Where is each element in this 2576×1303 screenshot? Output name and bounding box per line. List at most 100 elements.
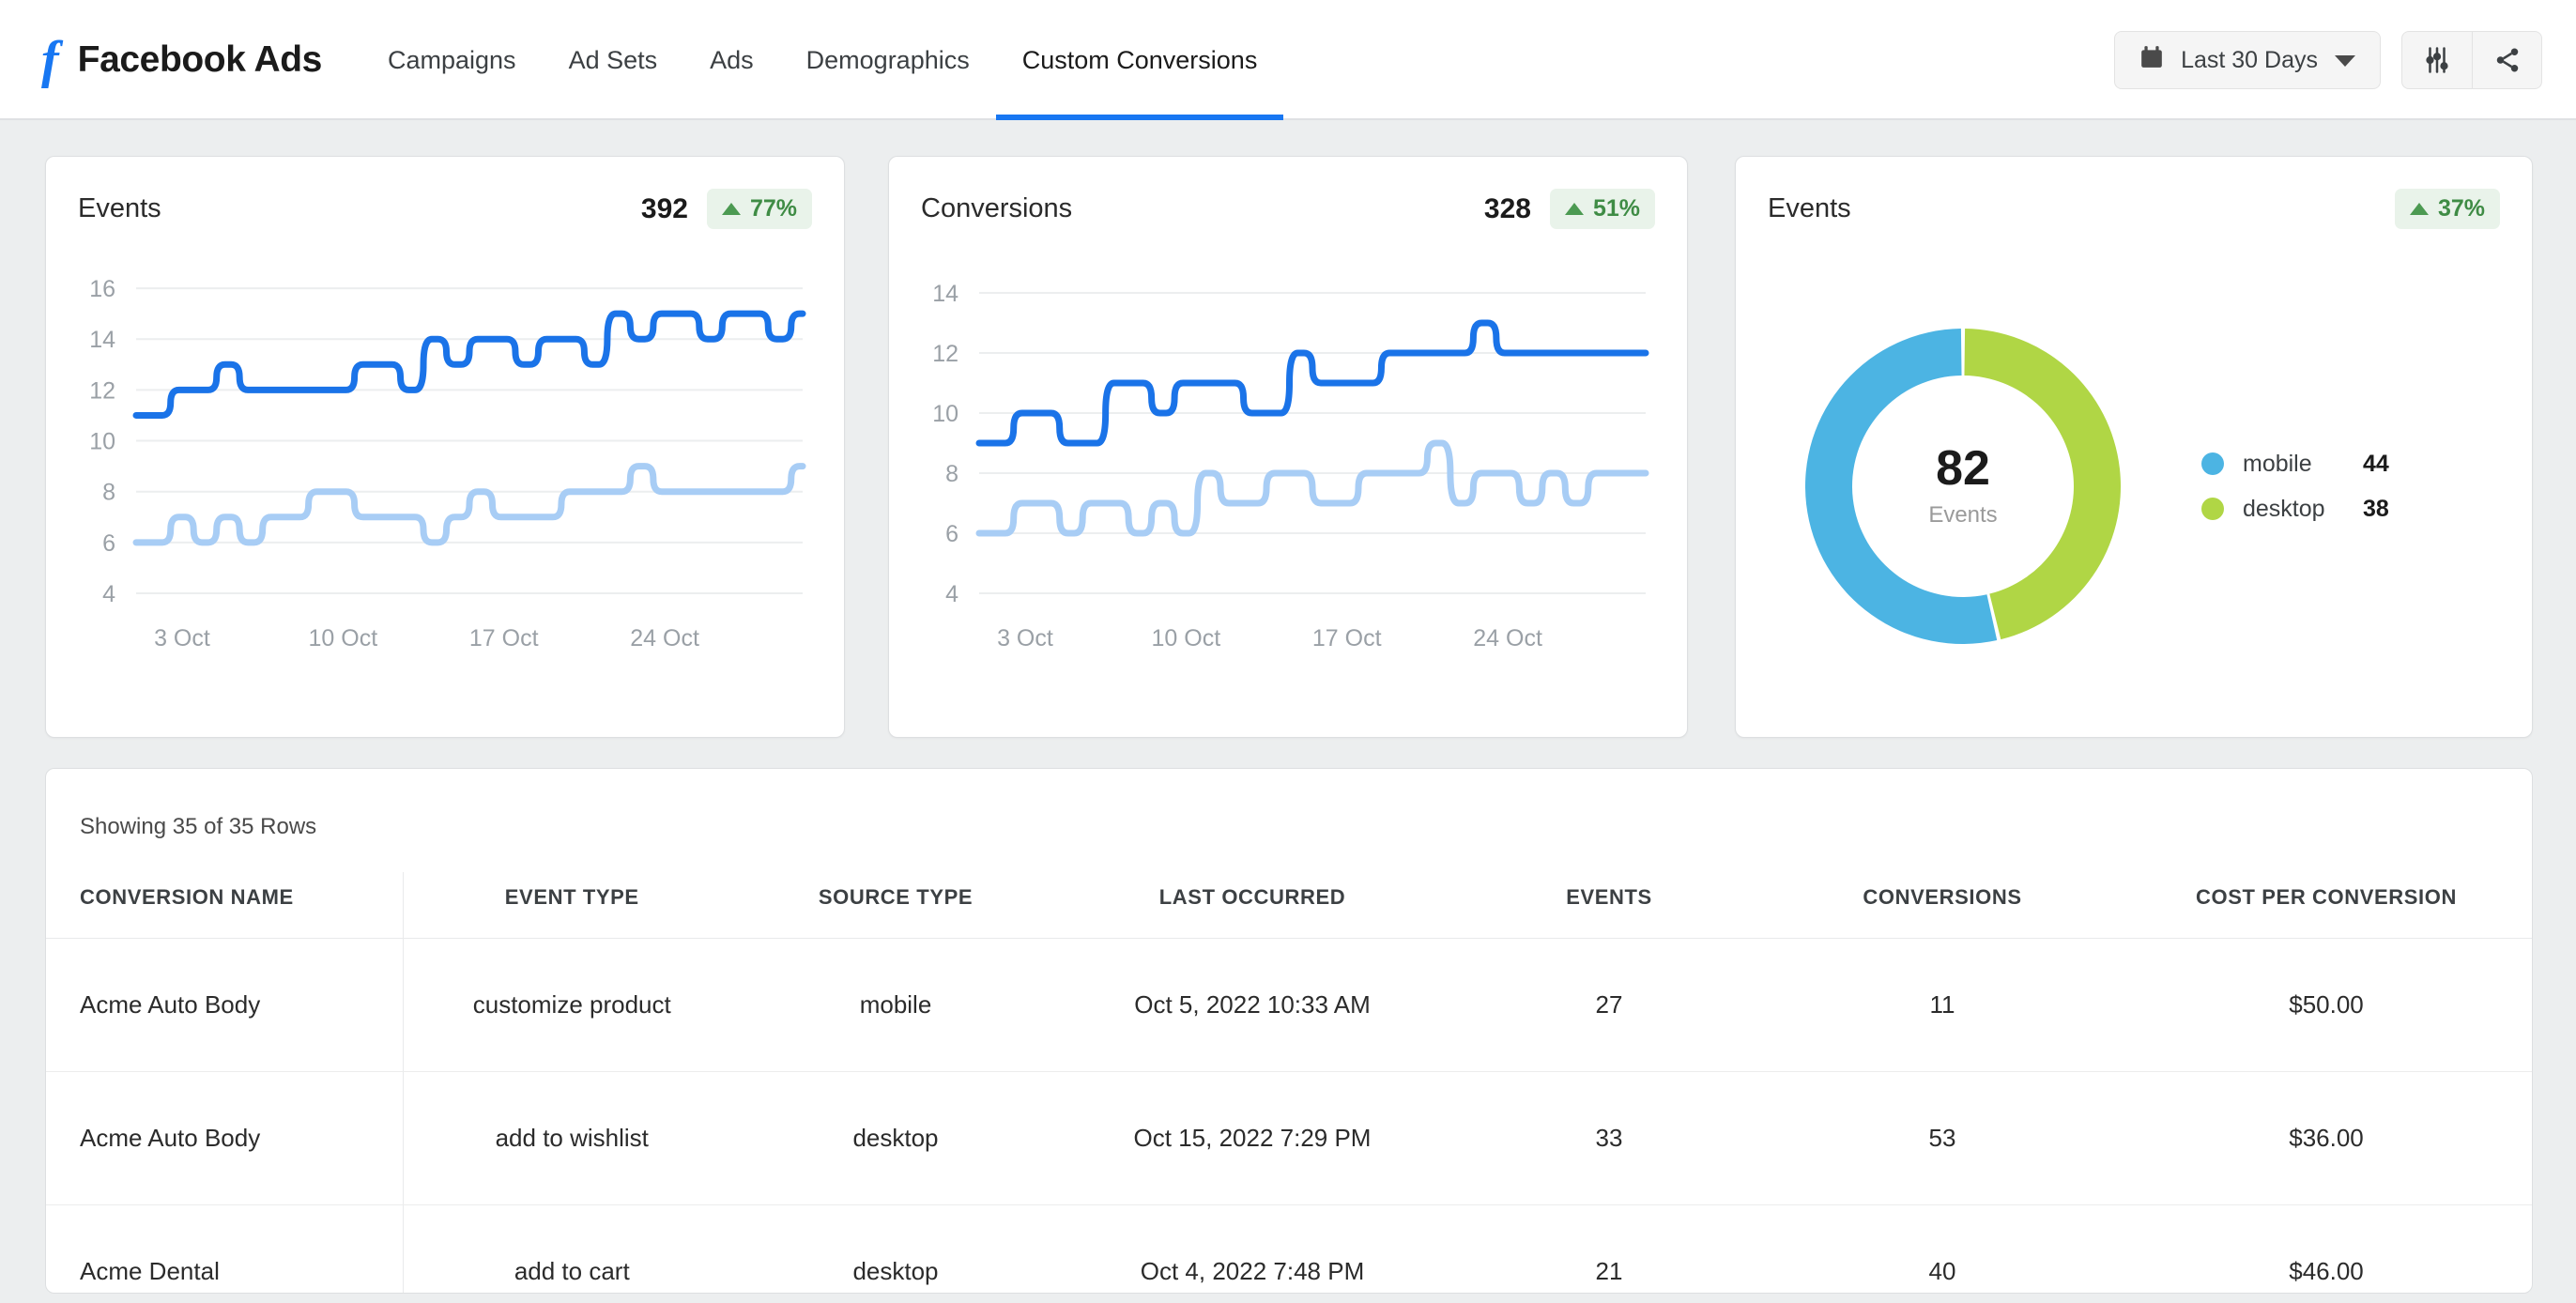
card-conversions-header: Conversions 328 51% <box>889 157 1687 229</box>
card-conversions: Conversions 328 51% 4681012143 Oct10 Oct… <box>888 156 1688 738</box>
tab-demographics[interactable]: Demographics <box>780 0 996 120</box>
svg-text:12: 12 <box>932 341 958 367</box>
events-line-chart: 468101214163 Oct10 Oct17 Oct24 Oct <box>46 229 846 698</box>
facebook-f-icon: f <box>41 34 63 86</box>
calendar-icon <box>2139 45 2164 76</box>
svg-text:10: 10 <box>932 401 958 427</box>
card-events-metrics: 392 77% <box>641 189 812 229</box>
table-body: Acme Auto Bodycustomize productmobileOct… <box>46 939 2532 1295</box>
legend-item-desktop[interactable]: desktop 38 <box>2201 486 2389 531</box>
svg-text:17 Oct: 17 Oct <box>1312 625 1382 652</box>
card-events-breakdown: Events 37% 82 Events mobile 4 <box>1735 156 2533 738</box>
donut-center-label: 82 Events <box>1798 321 2128 652</box>
table-row[interactable]: Acme Dentaladd to cartdesktopOct 4, 2022… <box>46 1205 2532 1295</box>
cell-event-type: add to wishlist <box>403 1072 741 1205</box>
card-conversions-delta: 51% <box>1593 195 1640 222</box>
table-header-row: CONVERSION NAME EVENT TYPE SOURCE TYPE L… <box>46 872 2532 939</box>
cell-last-occurred: Oct 5, 2022 10:33 AM <box>1050 939 1454 1072</box>
card-events-breakdown-delta: 37% <box>2438 195 2485 222</box>
cell-source-type: mobile <box>741 939 1050 1072</box>
legend-item-mobile[interactable]: mobile 44 <box>2201 441 2389 486</box>
date-range-picker[interactable]: Last 30 Days <box>2114 31 2381 89</box>
app-header: f Facebook Ads Campaigns Ad Sets Ads Dem… <box>0 0 2576 120</box>
card-conversions-title: Conversions <box>921 193 1072 224</box>
svg-text:12: 12 <box>89 377 115 404</box>
chevron-down-icon <box>2335 47 2355 74</box>
card-conversions-metrics: 328 51% <box>1484 189 1655 229</box>
card-events-title: Events <box>78 193 161 224</box>
donut-ring: 82 Events <box>1798 321 2128 652</box>
legend-value: 38 <box>2363 496 2389 523</box>
conversions-line-chart: 4681012143 Oct10 Oct17 Oct24 Oct <box>889 229 1689 698</box>
card-events-breakdown-title: Events <box>1768 193 1851 224</box>
cell-cost-per-conversion: $50.00 <box>2121 939 2532 1072</box>
cell-source-type: desktop <box>741 1072 1050 1205</box>
sliders-icon[interactable] <box>2402 31 2472 89</box>
column-header-conversions[interactable]: CONVERSIONS <box>1764 872 2121 939</box>
legend-label: desktop <box>2243 496 2363 523</box>
events-line-chart-svg: 468101214163 Oct10 Oct17 Oct24 Oct <box>46 229 846 698</box>
card-events-delta-badge: 77% <box>707 189 812 229</box>
svg-text:24 Oct: 24 Oct <box>630 625 699 652</box>
svg-text:3 Oct: 3 Oct <box>154 625 210 652</box>
series-secondary <box>979 443 1646 533</box>
svg-text:3 Oct: 3 Oct <box>997 625 1053 652</box>
column-header-source-type[interactable]: SOURCE TYPE <box>741 872 1050 939</box>
legend-color-dot <box>2201 498 2224 520</box>
card-events-header: Events 392 77% <box>46 157 844 229</box>
column-header-event-type[interactable]: EVENT TYPE <box>403 872 741 939</box>
tab-custom-conversions[interactable]: Custom Conversions <box>996 0 1284 120</box>
svg-text:24 Oct: 24 Oct <box>1473 625 1542 652</box>
card-events-value: 392 <box>641 193 688 225</box>
svg-text:10 Oct: 10 Oct <box>309 625 378 652</box>
cell-last-occurred: Oct 15, 2022 7:29 PM <box>1050 1072 1454 1205</box>
column-header-last-occurred[interactable]: LAST OCCURRED <box>1050 872 1454 939</box>
cell-last-occurred: Oct 4, 2022 7:48 PM <box>1050 1205 1454 1295</box>
arrow-up-icon <box>2410 203 2429 215</box>
donut-legend: mobile 44 desktop 38 <box>2201 441 2389 531</box>
column-header-events[interactable]: EVENTS <box>1454 872 1764 939</box>
card-events-delta: 77% <box>750 195 797 222</box>
series-primary <box>979 323 1646 443</box>
tab-campaigns[interactable]: Campaigns <box>361 0 543 120</box>
card-conversions-delta-badge: 51% <box>1550 189 1655 229</box>
card-conversions-value: 328 <box>1484 193 1531 225</box>
cell-conversion-name: Acme Dental <box>46 1205 403 1295</box>
legend-value: 44 <box>2363 451 2389 478</box>
cell-event-type: customize product <box>403 939 741 1072</box>
page-title: Facebook Ads <box>78 39 322 81</box>
header-icon-group <box>2401 31 2542 89</box>
arrow-up-icon <box>722 203 741 215</box>
table-row[interactable]: Acme Auto Bodyadd to wishlistdesktopOct … <box>46 1072 2532 1205</box>
cell-events: 21 <box>1454 1205 1764 1295</box>
header-actions: Last 30 Days <box>2114 0 2576 120</box>
cell-conversions: 40 <box>1764 1205 2121 1295</box>
svg-text:6: 6 <box>102 530 115 557</box>
card-events-breakdown-metrics: 37% <box>2395 189 2500 229</box>
share-icon[interactable] <box>2472 31 2541 89</box>
cell-events: 33 <box>1454 1072 1764 1205</box>
table-row[interactable]: Acme Auto Bodycustomize productmobileOct… <box>46 939 2532 1072</box>
svg-text:14: 14 <box>89 327 115 353</box>
cell-events: 27 <box>1454 939 1764 1072</box>
series-primary <box>136 314 803 415</box>
svg-text:8: 8 <box>102 480 115 506</box>
series-secondary <box>136 467 803 543</box>
main-nav: Campaigns Ad Sets Ads Demographics Custo… <box>361 0 1283 120</box>
svg-text:10 Oct: 10 Oct <box>1152 625 1221 652</box>
card-events: Events 392 77% 468101214163 Oct10 Oct17 … <box>45 156 845 738</box>
column-header-conversion-name[interactable]: CONVERSION NAME <box>46 872 403 939</box>
svg-text:4: 4 <box>102 581 115 607</box>
cell-source-type: desktop <box>741 1205 1050 1295</box>
tab-ads[interactable]: Ads <box>683 0 780 120</box>
column-header-cost-per-conversion[interactable]: COST PER CONVERSION <box>2121 872 2532 939</box>
svg-text:8: 8 <box>945 461 958 487</box>
cell-conversions: 11 <box>1764 939 2121 1072</box>
tab-ad-sets[interactable]: Ad Sets <box>543 0 684 120</box>
rows-count-caption: Showing 35 of 35 Rows <box>46 769 2532 840</box>
date-range-label: Last 30 Days <box>2181 47 2318 74</box>
cell-cost-per-conversion: $36.00 <box>2121 1072 2532 1205</box>
donut-total-label: Events <box>1928 502 1997 529</box>
svg-text:6: 6 <box>945 521 958 547</box>
conversions-table: CONVERSION NAME EVENT TYPE SOURCE TYPE L… <box>46 872 2532 1294</box>
